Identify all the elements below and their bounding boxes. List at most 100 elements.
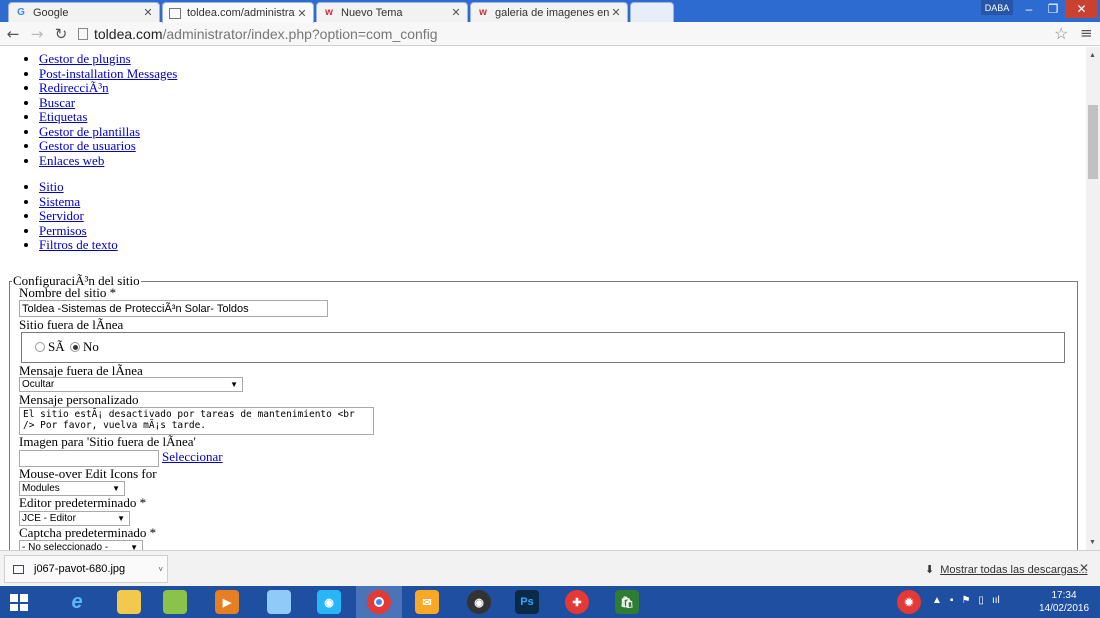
close-window-icon[interactable]: ✕ bbox=[1065, 0, 1098, 18]
file-explorer-icon[interactable] bbox=[106, 586, 152, 618]
chevron-down-icon: ▼ bbox=[230, 380, 238, 389]
maximize-icon[interactable]: ❐ bbox=[1041, 0, 1065, 18]
menu-link[interactable]: Post-installation Messages bbox=[39, 66, 177, 81]
close-tab-icon[interactable]: ✕ bbox=[609, 6, 623, 19]
url-text[interactable]: toldea.com/administrator/index.php?optio… bbox=[94, 26, 438, 42]
custom-message-textarea[interactable]: El sitio estÃ¡ desactivado por tareas de… bbox=[19, 407, 374, 435]
network-icon[interactable]: ▪ bbox=[950, 595, 954, 606]
list-item: Gestor de usuarios bbox=[39, 138, 177, 154]
antivirus-tray-icon[interactable]: ✹ bbox=[886, 586, 932, 618]
reload-icon[interactable]: ↻ bbox=[52, 25, 70, 43]
list-item: Sitio bbox=[39, 179, 118, 195]
tab-link-servidor[interactable]: Servidor bbox=[39, 208, 84, 223]
close-shelf-icon[interactable]: ✕ bbox=[1079, 561, 1089, 575]
tab-link-permisos[interactable]: Permisos bbox=[39, 223, 87, 238]
select-value: Modules bbox=[22, 483, 60, 494]
url-host: toldea.com bbox=[94, 26, 163, 42]
chrome-icon[interactable] bbox=[356, 586, 402, 618]
tab-galeria[interactable]: w galeria de imagenes en pl ✕ bbox=[470, 2, 628, 22]
list-item: Sistema bbox=[39, 194, 118, 210]
hamburger-menu-icon[interactable]: ≡ bbox=[1080, 24, 1093, 42]
chevron-down-icon[interactable]: ˅ bbox=[158, 565, 163, 574]
windows-taskbar: e ▶ ◉ ✉ ◉ Ps ✚ 🛍 ✹ ▲ ▪ ⚑ ▯ ııl 17:34 14/… bbox=[0, 586, 1100, 618]
menu-link[interactable]: Enlaces web bbox=[39, 153, 104, 168]
offline-radio-group bbox=[21, 332, 1065, 363]
tab-nuevo-tema[interactable]: w Nuevo Tema ✕ bbox=[316, 2, 468, 22]
radio-yes[interactable] bbox=[35, 342, 45, 352]
scroll-up-icon[interactable]: ▲ bbox=[1089, 51, 1096, 59]
tab-label: Google bbox=[33, 6, 69, 19]
scroll-down-icon[interactable]: ▼ bbox=[1089, 538, 1096, 546]
download-item[interactable]: j067-pavot-680.jpg ˅ bbox=[4, 555, 168, 583]
internet-explorer-icon[interactable]: e bbox=[54, 586, 100, 618]
offline-no-option[interactable]: No bbox=[70, 339, 99, 355]
tab-link-sistema[interactable]: Sistema bbox=[39, 194, 80, 209]
offline-image-input[interactable] bbox=[19, 450, 159, 467]
site-name-input[interactable]: Toldea -Sistemas de ProtecciÃ³n Solar- T… bbox=[19, 300, 328, 317]
close-tab-icon[interactable]: ✕ bbox=[141, 6, 155, 19]
menu-link[interactable]: Buscar bbox=[39, 95, 75, 110]
close-tab-icon[interactable]: ✕ bbox=[449, 6, 463, 19]
new-tab-button[interactable] bbox=[630, 2, 674, 22]
close-tab-icon[interactable]: ✕ bbox=[295, 7, 309, 20]
default-captcha-label: Captcha predeterminado * bbox=[19, 525, 157, 540]
minimize-icon[interactable]: – bbox=[1017, 0, 1041, 18]
menu-link[interactable]: RedirecciÃ³n bbox=[39, 80, 109, 95]
list-item: Servidor bbox=[39, 208, 118, 224]
photoshop-icon[interactable]: Ps bbox=[504, 586, 550, 618]
radio-no[interactable] bbox=[70, 342, 80, 352]
image-file-icon bbox=[13, 564, 24, 574]
battery-icon[interactable]: ▯ bbox=[978, 595, 984, 606]
default-captcha-select[interactable]: - No seleccionado - ▼ bbox=[19, 540, 143, 550]
notes-app-icon[interactable] bbox=[256, 586, 302, 618]
scrollbar-thumb[interactable] bbox=[1088, 105, 1098, 179]
menu-link[interactable]: Gestor de usuarios bbox=[39, 138, 136, 153]
tab-google[interactable]: G Google ✕ bbox=[8, 2, 160, 22]
camera-app-icon[interactable]: ◉ bbox=[306, 586, 352, 618]
address-bar[interactable]: toldea.com/administrator/index.php?optio… bbox=[78, 24, 1078, 44]
show-all-downloads-link[interactable]: ⬇ Mostrar todas las descargas... bbox=[925, 563, 1088, 577]
help-lifebuoy-icon[interactable]: ✚ bbox=[554, 586, 600, 618]
show-all-label: Mostrar todas las descargas... bbox=[940, 563, 1088, 576]
tray-chevron-up-icon[interactable]: ▲ bbox=[932, 595, 942, 606]
flag-icon[interactable]: ⚑ bbox=[961, 595, 970, 606]
list-item: Enlaces web bbox=[39, 153, 177, 169]
clock-time: 17:34 bbox=[1051, 590, 1077, 601]
bookmark-star-icon[interactable]: ☆ bbox=[1054, 24, 1068, 44]
tab-toldea-admin[interactable]: toldea.com/administrator/ ✕ bbox=[162, 2, 314, 23]
list-item: Post-installation Messages bbox=[39, 66, 177, 82]
radio-no-label: No bbox=[83, 339, 99, 354]
windows-start-icon[interactable] bbox=[10, 594, 28, 611]
mail-app-icon[interactable]: ✉ bbox=[404, 586, 450, 618]
offline-message-select[interactable]: Ocultar ▼ bbox=[19, 377, 243, 392]
vertical-scrollbar[interactable]: ▲ ▼ bbox=[1086, 47, 1100, 550]
default-editor-label: Editor predeterminado * bbox=[19, 495, 147, 510]
chevron-down-icon: ▼ bbox=[112, 484, 120, 493]
quicktime-icon[interactable]: ◉ bbox=[456, 586, 502, 618]
offline-yes-option[interactable]: SÃ­ bbox=[35, 339, 69, 355]
back-arrow-icon[interactable]: ← bbox=[4, 25, 22, 43]
default-editor-select[interactable]: JCE - Editor ▼ bbox=[19, 511, 130, 526]
user-badge[interactable]: DABA bbox=[981, 0, 1013, 15]
forward-arrow-icon[interactable]: → bbox=[28, 25, 46, 43]
select-image-button[interactable]: Seleccionar bbox=[162, 449, 223, 465]
edit-icons-select[interactable]: Modules ▼ bbox=[19, 481, 125, 496]
menu-link[interactable]: Etiquetas bbox=[39, 109, 87, 124]
menu-link[interactable]: Gestor de plantillas bbox=[39, 124, 140, 139]
tab-link-filtros[interactable]: Filtros de texto bbox=[39, 237, 118, 252]
store-app-icon[interactable]: 🛍 bbox=[604, 586, 650, 618]
custom-message-label: Mensaje personalizado bbox=[19, 392, 139, 407]
tab-link-sitio[interactable]: Sitio bbox=[39, 179, 64, 194]
media-player-icon[interactable]: ▶ bbox=[204, 586, 250, 618]
list-item: Etiquetas bbox=[39, 109, 177, 125]
page-viewport: Gestor de plugins Post-installation Mess… bbox=[0, 47, 1086, 550]
radio-yes-label: SÃ­ bbox=[48, 339, 65, 354]
system-tray: ▲ ▪ ⚑ ▯ ııl bbox=[932, 595, 1000, 606]
tab-label: galeria de imagenes en pl bbox=[495, 6, 609, 19]
signal-icon[interactable]: ııl bbox=[992, 595, 1000, 606]
taskbar-clock[interactable]: 17:34 14/02/2016 bbox=[1036, 589, 1092, 615]
menu-link[interactable]: Gestor de plugins bbox=[39, 51, 131, 66]
photos-app-icon[interactable] bbox=[152, 586, 198, 618]
component-menu-list: Gestor de plugins Post-installation Mess… bbox=[39, 51, 177, 169]
config-tabs-list: Sitio Sistema Servidor Permisos Filtros … bbox=[39, 179, 118, 253]
